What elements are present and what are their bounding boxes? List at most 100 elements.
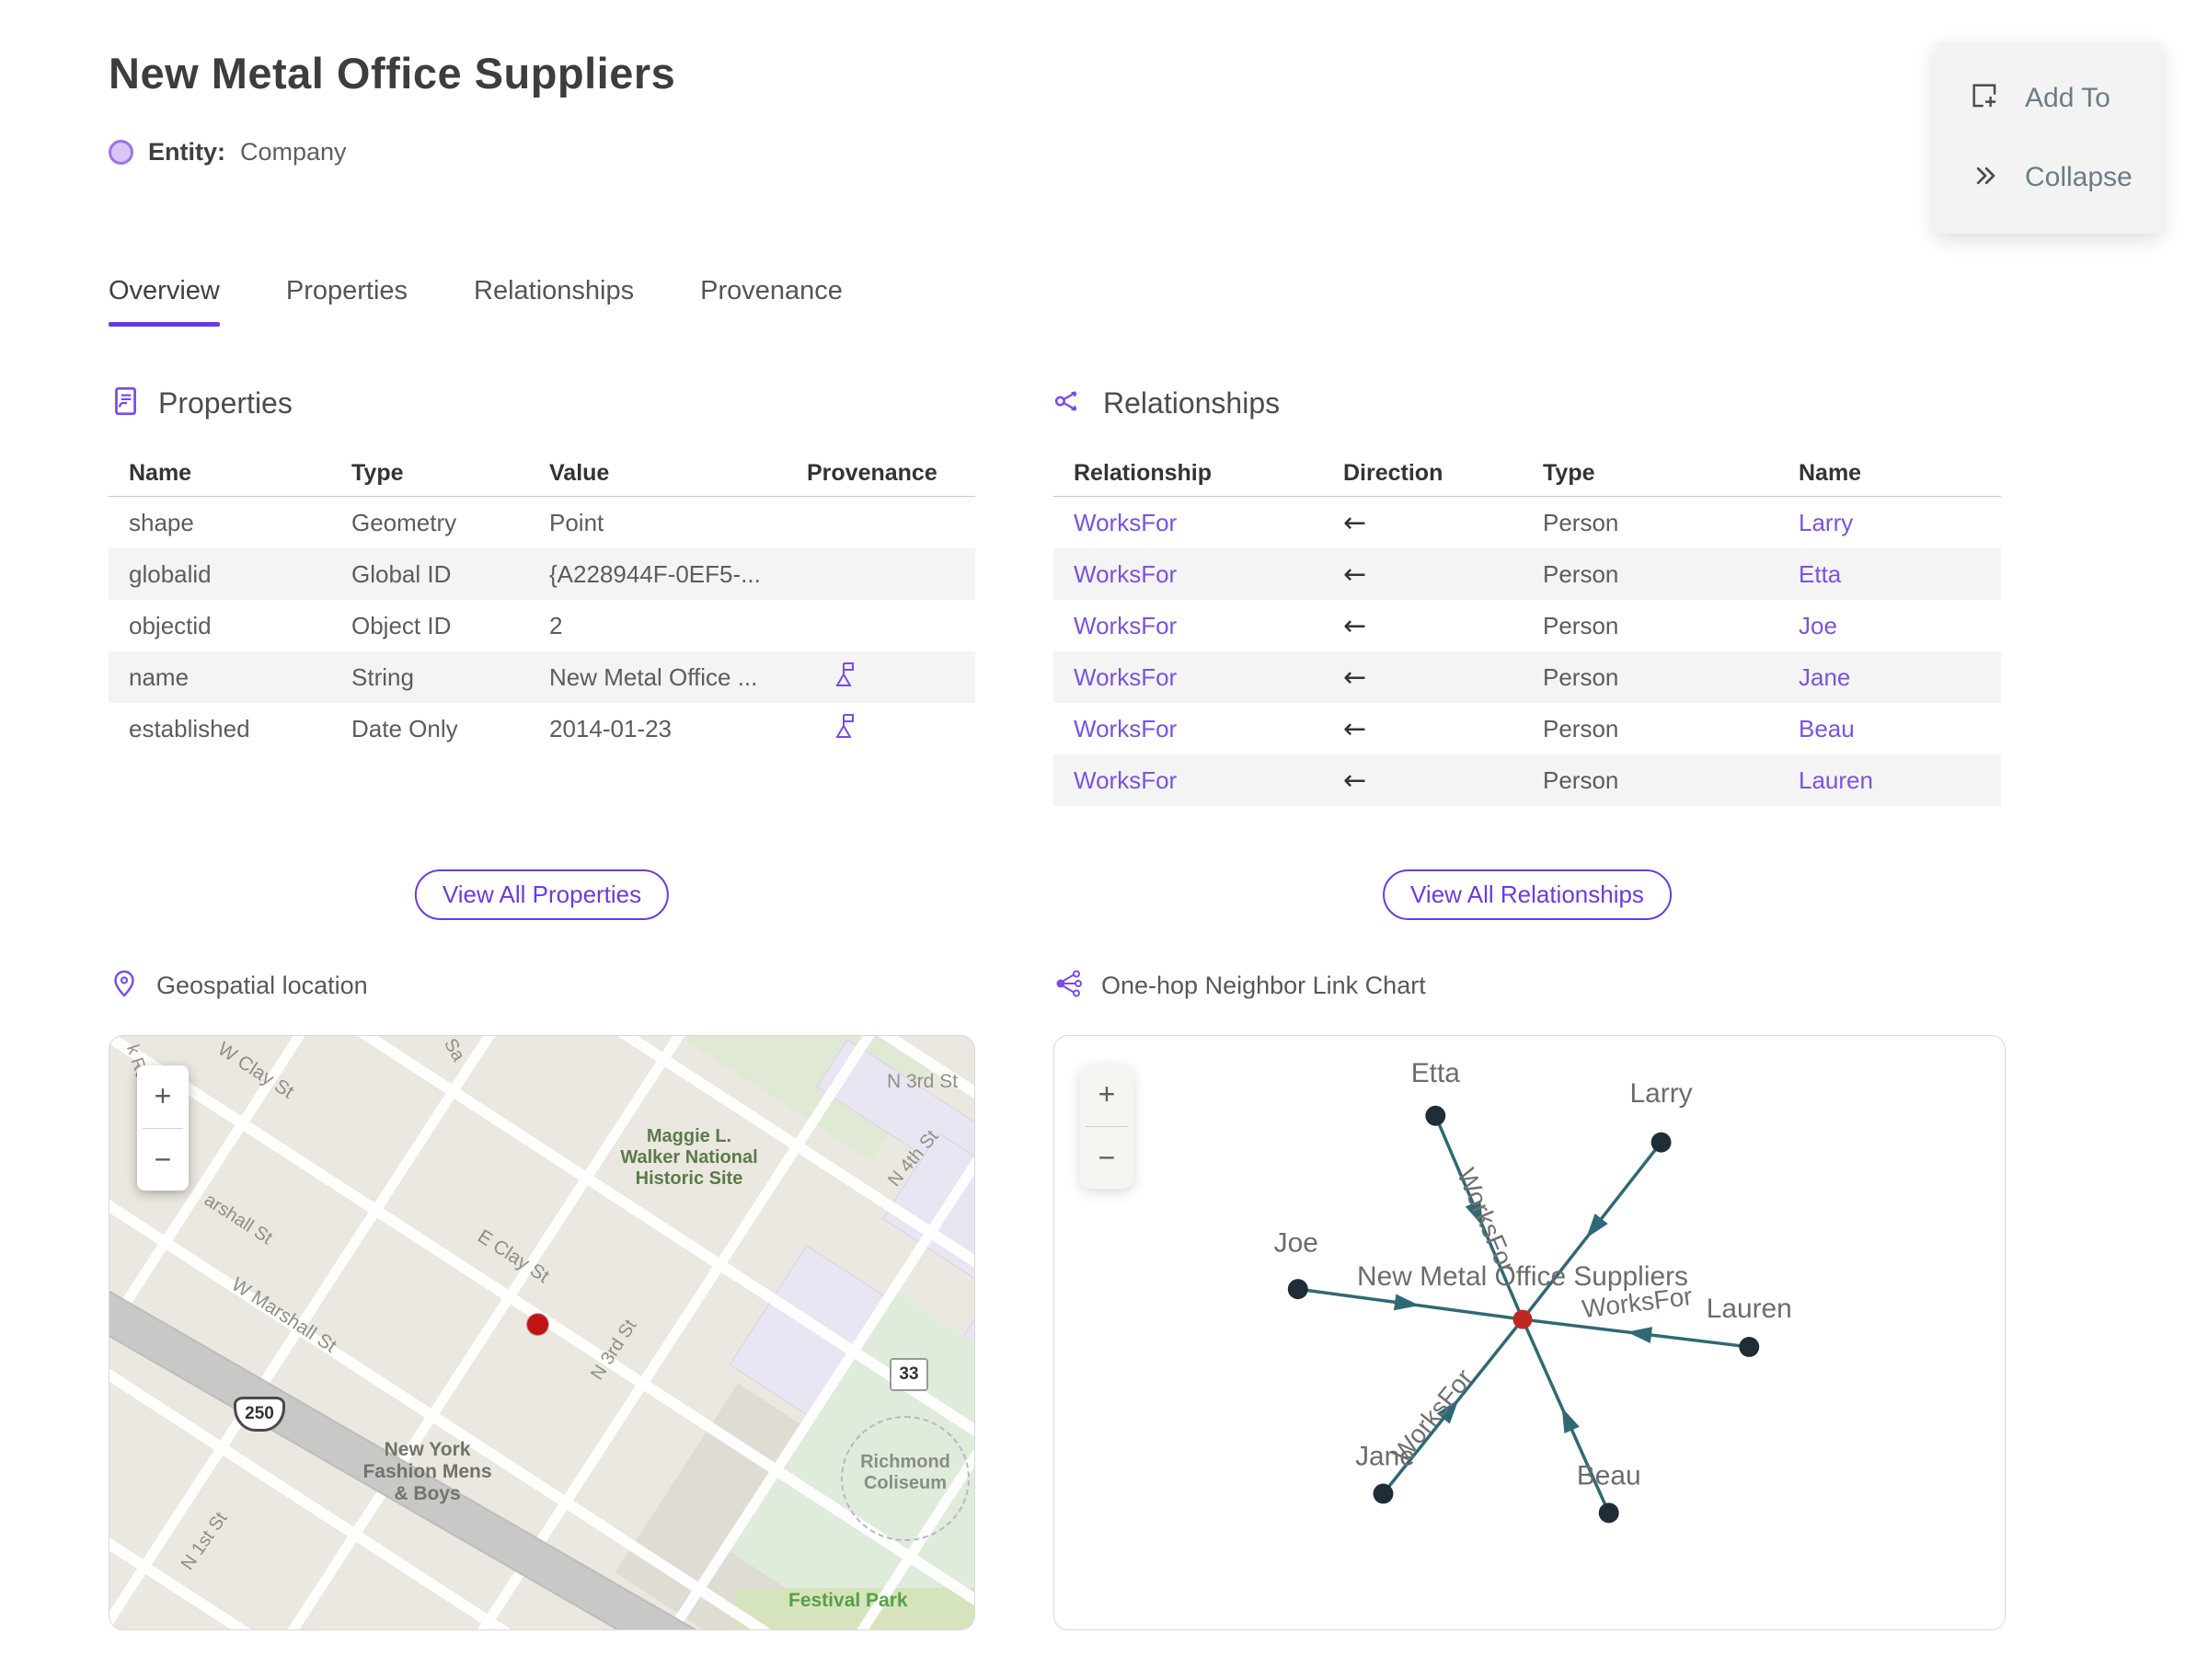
relationship-link[interactable]: WorksFor bbox=[1053, 509, 1323, 537]
tab-overview[interactable]: Overview bbox=[109, 276, 220, 327]
name-link[interactable]: Etta bbox=[1778, 560, 1999, 589]
properties-section-header: Properties bbox=[109, 385, 975, 422]
property-name: name bbox=[129, 662, 190, 691]
node-label: Etta bbox=[1411, 1058, 1461, 1088]
name-link[interactable]: Beau bbox=[1778, 715, 1999, 743]
entity-detail-page: New Metal Office Suppliers Entity: Compa… bbox=[0, 0, 2208, 1680]
relationship-link[interactable]: WorksFor bbox=[1053, 612, 1323, 640]
name-link[interactable]: Lauren bbox=[1778, 766, 1999, 795]
graph-center-node[interactable] bbox=[1512, 1309, 1533, 1329]
properties-table-header: Name Type Value Provenance bbox=[109, 451, 975, 497]
link-chart-canvas[interactable]: WorksForWorksForWorksForEttaLarryJoeLaur… bbox=[1054, 1036, 2005, 1629]
provenance-flag-icon[interactable] bbox=[833, 712, 857, 746]
zoom-in-button[interactable]: + bbox=[137, 1065, 189, 1128]
map[interactable]: k Rd W Clay St Sa arshall St W Marshall … bbox=[109, 1035, 975, 1630]
col-type: Type bbox=[351, 460, 404, 486]
collapse-button[interactable]: Collapse bbox=[1935, 158, 2162, 198]
property-row: objectid Object ID 2 bbox=[109, 600, 975, 651]
poi-label-festival-park: Festival Park bbox=[788, 1590, 908, 1611]
entity-type-value: Company bbox=[240, 138, 347, 166]
col-name: Name bbox=[129, 460, 192, 486]
graph-node[interactable] bbox=[1373, 1483, 1394, 1504]
node-label: Lauren bbox=[1707, 1294, 1792, 1324]
route-shield-33: 33 bbox=[890, 1358, 928, 1391]
property-provenance bbox=[787, 661, 971, 695]
street-label: N 3rd St bbox=[887, 1071, 959, 1092]
add-to-button[interactable]: Add To bbox=[1935, 79, 2162, 119]
direction-arrow: ← bbox=[1343, 712, 1367, 745]
actions-panel: Add To Collapse bbox=[1935, 42, 2162, 234]
node-label: Larry bbox=[1630, 1078, 1693, 1109]
property-type: String bbox=[351, 662, 414, 691]
relationship-link[interactable]: WorksFor bbox=[1053, 560, 1323, 589]
center-node-label: New Metal Office Suppliers bbox=[1357, 1261, 1688, 1292]
type-cell: Person bbox=[1543, 611, 1619, 639]
graph-node[interactable] bbox=[1739, 1336, 1760, 1357]
graph-node[interactable] bbox=[1287, 1279, 1308, 1300]
relationships-section-title: Relationships bbox=[1103, 386, 1281, 420]
map-zoom-control: + − bbox=[137, 1065, 189, 1191]
tab-provenance[interactable]: Provenance bbox=[700, 276, 843, 327]
property-value: Point bbox=[549, 508, 604, 536]
col-value: Value bbox=[549, 460, 610, 486]
graph-node[interactable] bbox=[1425, 1105, 1446, 1126]
direction-arrow: ← bbox=[1343, 764, 1367, 797]
relationships-table-header: Relationship Direction Type Name bbox=[1053, 451, 2001, 497]
graph-node[interactable] bbox=[1598, 1502, 1619, 1524]
node-label: Joe bbox=[1274, 1227, 1318, 1258]
properties-section-title: Properties bbox=[158, 386, 293, 420]
direction-arrow: ← bbox=[1343, 609, 1367, 642]
tab-relationships[interactable]: Relationships bbox=[474, 276, 634, 327]
relationship-link[interactable]: WorksFor bbox=[1053, 715, 1323, 743]
direction-arrow: ← bbox=[1343, 661, 1367, 694]
poi-label-maggie-walker: Maggie L. Walker National Historic Site bbox=[620, 1126, 758, 1189]
link-chart[interactable]: WorksFor WorksFor WorksFor Etta Larry Joe Laur… bbox=[1053, 1035, 2006, 1630]
entity-row: Entity: Company bbox=[109, 138, 347, 167]
col-provenance: Provenance bbox=[807, 460, 937, 486]
property-type: Object ID bbox=[351, 611, 452, 639]
network-icon bbox=[1053, 968, 1085, 1004]
view-all-relationships-button[interactable]: View All Relationships bbox=[1383, 869, 1672, 920]
zoom-out-button[interactable]: − bbox=[1080, 1127, 1133, 1190]
name-link[interactable]: Joe bbox=[1778, 612, 1999, 640]
entity-type-icon bbox=[109, 140, 133, 165]
add-to-label: Add To bbox=[2025, 83, 2110, 113]
geospatial-header: Geospatial location bbox=[109, 968, 975, 1004]
map-pin-icon bbox=[109, 968, 140, 1004]
property-name: established bbox=[129, 714, 250, 742]
property-value: New Metal Office ... bbox=[549, 662, 758, 691]
direction-arrow: ← bbox=[1343, 506, 1367, 539]
geospatial-title: Geospatial location bbox=[156, 972, 368, 999]
type-cell: Person bbox=[1543, 765, 1619, 794]
zoom-in-button[interactable]: + bbox=[1080, 1064, 1133, 1126]
property-value: {A228944F-0EF5-... bbox=[549, 559, 761, 588]
name-link[interactable]: Larry bbox=[1778, 509, 1999, 537]
node-label: Jane bbox=[1355, 1442, 1415, 1472]
entity-location-marker[interactable] bbox=[527, 1314, 548, 1335]
type-cell: Person bbox=[1543, 508, 1619, 536]
poi-label-ny-fashion: New York Fashion Mens & Boys bbox=[362, 1439, 492, 1504]
name-link[interactable]: Jane bbox=[1778, 663, 1999, 692]
collapse-label: Collapse bbox=[2025, 162, 2133, 192]
graph-node[interactable] bbox=[1650, 1132, 1672, 1153]
entity-label: Entity: bbox=[148, 138, 225, 166]
property-value: 2 bbox=[549, 611, 563, 639]
relationships-icon bbox=[1053, 385, 1087, 422]
property-provenance bbox=[787, 712, 971, 746]
relationship-link[interactable]: WorksFor bbox=[1053, 766, 1323, 795]
property-type: Geometry bbox=[351, 508, 457, 536]
property-type: Date Only bbox=[351, 714, 458, 742]
provenance-flag-icon[interactable] bbox=[833, 661, 857, 695]
col-type: Type bbox=[1543, 460, 1595, 486]
col-direction: Direction bbox=[1343, 460, 1443, 486]
view-all-properties-button[interactable]: View All Properties bbox=[414, 869, 670, 920]
tab-bar: Overview Properties Relationships Proven… bbox=[109, 276, 843, 327]
type-cell: Person bbox=[1543, 662, 1619, 691]
zoom-out-button[interactable]: − bbox=[137, 1129, 189, 1191]
relationship-link[interactable]: WorksFor bbox=[1053, 663, 1323, 692]
relationship-row: WorksFor ← Person Beau bbox=[1053, 703, 2001, 754]
tab-properties[interactable]: Properties bbox=[286, 276, 408, 327]
direction-arrow: ← bbox=[1343, 558, 1367, 591]
property-row: globalid Global ID {A228944F-0EF5-... bbox=[109, 548, 975, 600]
properties-section: Properties Name Type Value Provenance sh… bbox=[109, 385, 975, 937]
